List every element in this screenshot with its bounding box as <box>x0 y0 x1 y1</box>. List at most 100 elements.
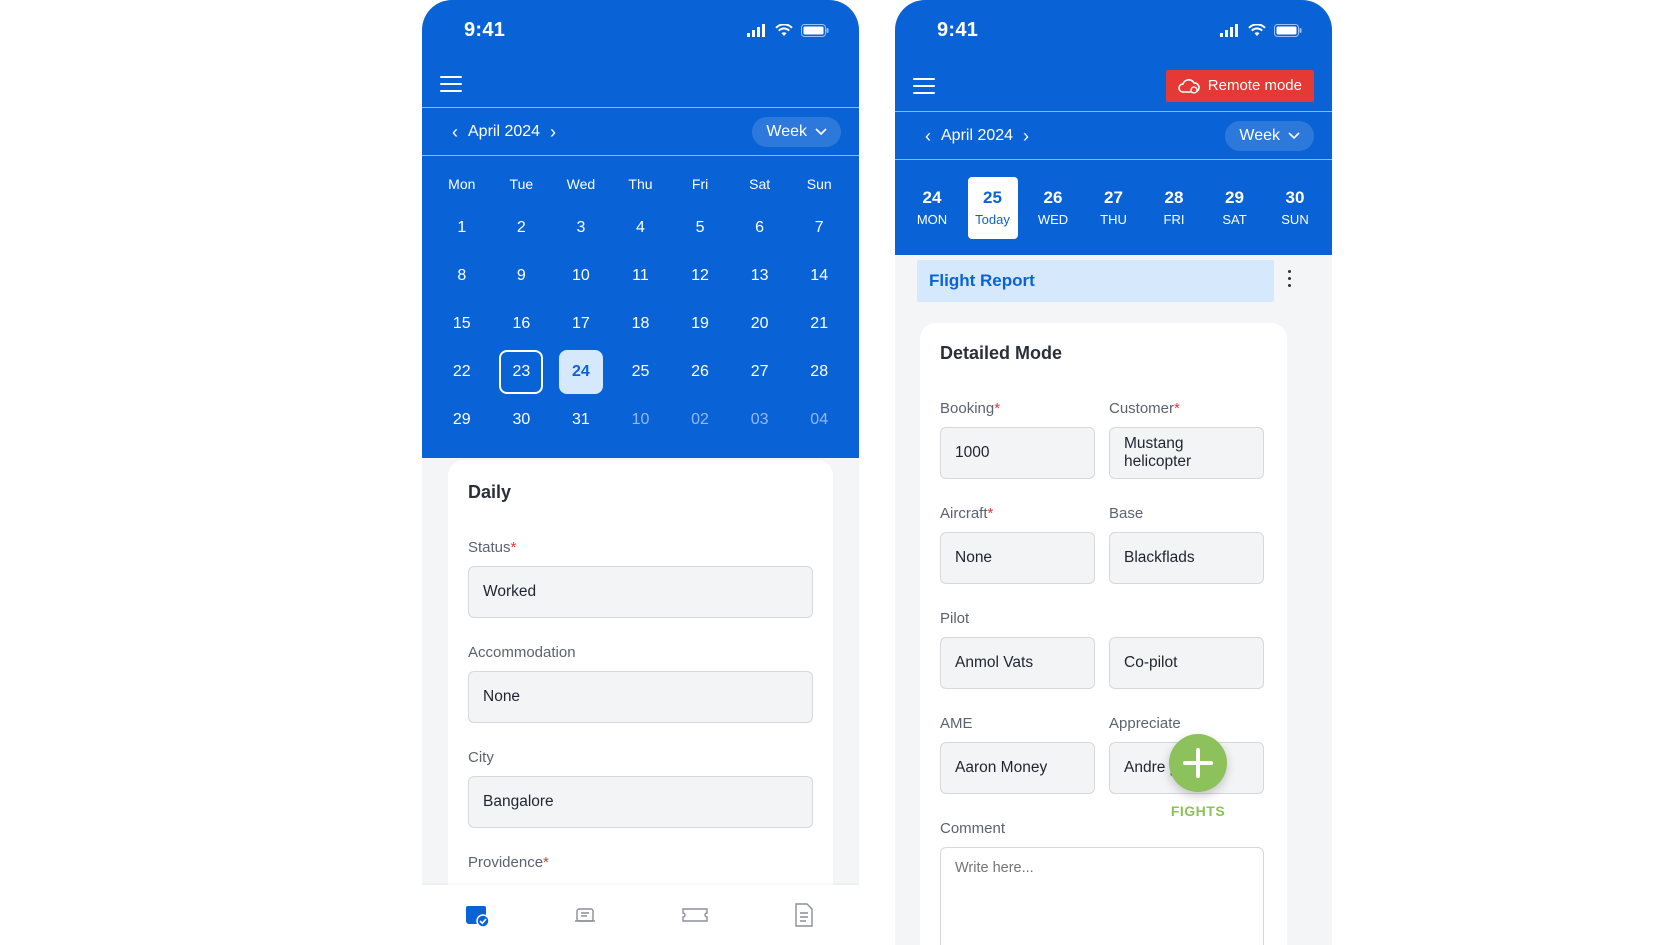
calendar-day[interactable]: 02 <box>670 396 730 444</box>
view-label: Week <box>1239 126 1280 144</box>
calendar-day[interactable]: 5 <box>670 204 730 252</box>
bottom-nav <box>422 885 859 945</box>
signal-icon <box>747 23 765 37</box>
city-field[interactable]: Bangalore <box>468 776 813 828</box>
calendar-day-number: 27 <box>750 363 769 380</box>
calendar-day[interactable]: 28 <box>789 348 849 396</box>
calendar-day[interactable]: 22 <box>432 348 492 396</box>
calendar-day[interactable]: 8 <box>432 252 492 300</box>
aircraft-icon[interactable] <box>571 900 601 930</box>
calendar-day[interactable]: 26 <box>670 348 730 396</box>
chevron-left-icon[interactable]: ‹ <box>925 127 931 145</box>
customer-label: Customer* <box>1109 400 1180 417</box>
calendar-day-selected[interactable]: 24 <box>551 348 611 396</box>
week-day[interactable]: 30 SUN <box>1270 177 1320 239</box>
more-options-icon[interactable] <box>1286 270 1292 287</box>
accommodation-field[interactable]: None <box>468 671 813 723</box>
calendar-day[interactable]: 12 <box>670 252 730 300</box>
chevron-left-icon[interactable]: ‹ <box>452 123 458 141</box>
calendar-day[interactable]: 04 <box>789 396 849 444</box>
calendar-day-focused[interactable]: 23 <box>492 348 552 396</box>
flight-report-bar[interactable]: Flight Report <box>917 260 1274 302</box>
calendar-day[interactable]: 16 <box>492 300 552 348</box>
status-field[interactable]: Worked <box>468 566 813 618</box>
remote-mode-label: Remote mode <box>1207 77 1302 94</box>
calendar-day-number: 17 <box>572 315 590 332</box>
chevron-right-icon[interactable]: › <box>550 123 556 141</box>
base-field[interactable]: Blackflads <box>1109 532 1264 584</box>
calendar-day[interactable]: 31 <box>551 396 611 444</box>
cloud-icon <box>1177 78 1200 94</box>
plus-icon <box>1183 748 1213 778</box>
remote-mode-button[interactable]: Remote mode <box>1165 69 1314 102</box>
view-selector[interactable]: Week <box>752 116 841 147</box>
pilot-field[interactable]: Anmol Vats <box>940 637 1095 689</box>
aircraft-field[interactable]: None <box>940 532 1095 584</box>
calendar-day[interactable]: 20 <box>730 300 790 348</box>
month-label: April 2024 <box>468 122 541 140</box>
week-day[interactable]: 24 MON <box>907 177 957 239</box>
calendar-day[interactable]: 14 <box>789 252 849 300</box>
booking-field[interactable]: 1000 <box>940 427 1095 479</box>
wifi-icon <box>775 23 793 36</box>
calendar-day[interactable]: 9 <box>492 252 552 300</box>
comment-textarea[interactable] <box>940 847 1264 945</box>
calendar-day[interactable]: 03 <box>730 396 790 444</box>
week-day[interactable]: 26 WED <box>1028 177 1078 239</box>
calendar-day[interactable]: 19 <box>670 300 730 348</box>
ticket-icon[interactable] <box>680 900 710 930</box>
calendar-day[interactable]: 7 <box>789 204 849 252</box>
calendar-day[interactable]: 6 <box>730 204 790 252</box>
calendar-day[interactable]: 2 <box>492 204 552 252</box>
calendar-day[interactable]: 27 <box>730 348 790 396</box>
calendar-day-number: 03 <box>750 411 769 428</box>
view-selector[interactable]: Week <box>1225 120 1314 151</box>
calendar-day-number: 19 <box>691 315 709 332</box>
weekday-label: Fri <box>691 176 709 192</box>
status-bar: 9:41 <box>895 0 1332 60</box>
calendar-day[interactable]: 29 <box>432 396 492 444</box>
weekday-label: Wed <box>566 176 596 192</box>
weekday-label: Sun <box>806 176 832 192</box>
chevron-right-icon[interactable]: › <box>1023 127 1029 145</box>
copilot-field[interactable]: Co-pilot <box>1109 637 1264 689</box>
menu-icon[interactable] <box>440 75 462 92</box>
calendar-day[interactable]: 10 <box>551 252 611 300</box>
calendar-day-number: 10 <box>572 267 590 284</box>
aircraft-label: Aircraft* <box>940 505 994 522</box>
calendar-day[interactable]: 1 <box>432 204 492 252</box>
week-day[interactable]: 27 THU <box>1089 177 1139 239</box>
calendar-check-icon[interactable] <box>462 900 492 930</box>
pilot-fields: Anmol Vats Co-pilot <box>940 637 1267 689</box>
calendar-day[interactable]: 18 <box>611 300 671 348</box>
document-icon[interactable] <box>789 900 819 930</box>
battery-icon <box>1274 23 1302 37</box>
calendar-day[interactable]: 15 <box>432 300 492 348</box>
calendar-day[interactable]: 11 <box>611 252 671 300</box>
ame-field[interactable]: Aaron Money <box>940 742 1095 794</box>
calendar-day-number: 23 <box>499 350 544 394</box>
calendar-day-number: 26 <box>691 363 709 380</box>
customer-field[interactable]: Mustang helicopter <box>1109 427 1264 479</box>
status-icons <box>747 23 829 37</box>
calendar-week-row: 29 30 31 10 02 03 04 <box>432 396 849 444</box>
calendar-day[interactable]: 21 <box>789 300 849 348</box>
appreciate-label: Appreciate <box>1109 715 1181 732</box>
calendar-day-number: 12 <box>691 267 709 284</box>
calendar-day[interactable]: 13 <box>730 252 790 300</box>
calendar-day[interactable]: 10 <box>611 396 671 444</box>
calendar-day[interactable]: 25 <box>611 348 671 396</box>
menu-icon[interactable] <box>913 77 935 94</box>
week-day[interactable]: 28 FRI <box>1149 177 1199 239</box>
calendar-day[interactable]: 4 <box>611 204 671 252</box>
aircraft-base-fields: None Blackflads <box>940 532 1267 584</box>
month-navigator: ‹ April 2024 › <box>925 127 1029 145</box>
week-day-today[interactable]: 25 Today <box>967 176 1018 239</box>
calendar-day-number: 30 <box>512 411 531 428</box>
calendar-day[interactable]: 3 <box>551 204 611 252</box>
week-day[interactable]: 29 SAT <box>1210 177 1260 239</box>
fab-label: FIGHTS <box>1170 803 1226 819</box>
add-flight-button[interactable] <box>1169 734 1227 792</box>
calendar-day[interactable]: 17 <box>551 300 611 348</box>
calendar-day[interactable]: 30 <box>492 396 552 444</box>
